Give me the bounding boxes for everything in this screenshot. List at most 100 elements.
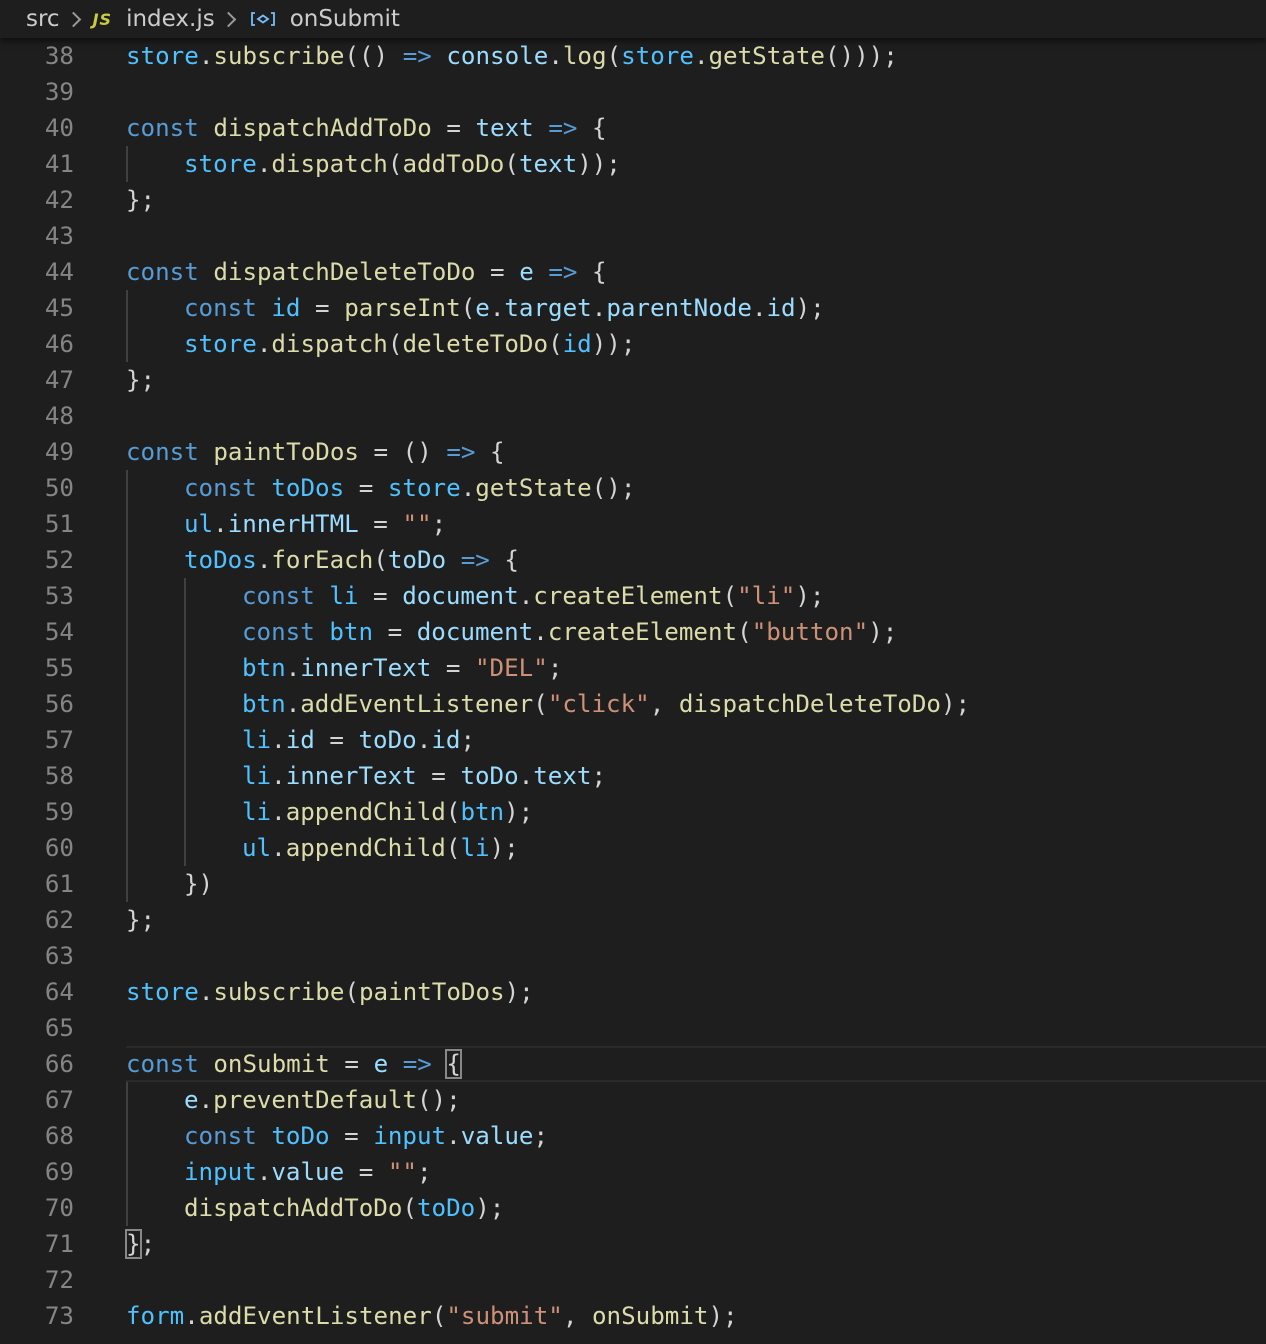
line-number[interactable]: 40 (0, 110, 74, 146)
code-line[interactable]: 49 const paintToDos = () => { (0, 434, 1266, 470)
code-text[interactable]: form.addEventListener("submit", onSubmit… (126, 1298, 738, 1334)
code-text[interactable]: }; (126, 182, 155, 218)
line-number[interactable]: 67 (0, 1082, 74, 1118)
code-text[interactable]: }; (126, 362, 155, 398)
line-number[interactable]: 47 (0, 362, 74, 398)
breadcrumb-symbol[interactable]: onSubmit (290, 6, 400, 32)
line-number[interactable]: 70 (0, 1190, 74, 1226)
line-number[interactable]: 42 (0, 182, 74, 218)
code-text[interactable]: ul.innerHTML = ""; (184, 506, 446, 542)
line-number[interactable]: 61 (0, 866, 74, 902)
line-number[interactable]: 60 (0, 830, 74, 866)
line-number[interactable]: 53 (0, 578, 74, 614)
code-text[interactable]: const dispatchAddToDo = text => { (126, 110, 607, 146)
code-line[interactable]: 38 store.subscribe(() => console.log(stor… (0, 38, 1266, 74)
code-text[interactable]: btn.innerText = "DEL"; (242, 650, 562, 686)
line-number[interactable]: 57 (0, 722, 74, 758)
breadcrumb-folder[interactable]: src (26, 6, 60, 32)
code-line[interactable]: 73 form.addEventListener("submit", onSubm… (0, 1298, 1266, 1334)
code-line[interactable]: 71}; (0, 1226, 1266, 1262)
line-number[interactable]: 58 (0, 758, 74, 794)
code-text[interactable]: const li = document.createElement("li"); (242, 578, 825, 614)
code-line[interactable]: 66 const onSubmit = e => { (0, 1046, 1266, 1082)
code-text[interactable]: toDos.forEach(toDo => { (184, 542, 519, 578)
line-number[interactable]: 54 (0, 614, 74, 650)
code-text[interactable]: li.appendChild(btn); (242, 794, 533, 830)
code-line[interactable]: 54 const btn = document.createElement("bu… (0, 614, 1266, 650)
line-number[interactable]: 43 (0, 218, 74, 254)
code-text[interactable]: const id = parseInt(e.target.parentNode.… (184, 290, 825, 326)
code-text[interactable]: li.innerText = toDo.text; (242, 758, 606, 794)
line-number[interactable]: 59 (0, 794, 74, 830)
line-number[interactable]: 38 (0, 38, 74, 74)
code-editor[interactable]: src JS index.js onSubmit 38 store.subscri… (0, 0, 1266, 1344)
code-line[interactable]: 52 toDos.forEach(toDo => { (0, 542, 1266, 578)
code-text[interactable]: store.subscribe(paintToDos); (126, 974, 534, 1010)
line-number[interactable]: 68 (0, 1118, 74, 1154)
code-text[interactable]: store.dispatch(addToDo(text)); (184, 146, 621, 182)
code-line[interactable]: 51 ul.innerHTML = ""; (0, 506, 1266, 542)
code-text[interactable]: const paintToDos = () => { (126, 434, 505, 470)
code-text[interactable]: const onSubmit = e => { (126, 1046, 462, 1082)
line-number[interactable]: 62 (0, 902, 74, 938)
code-line[interactable]: 56 btn.addEventListener("click", dispatch… (0, 686, 1266, 722)
code-text[interactable]: store.dispatch(deleteToDo(id)); (184, 326, 635, 362)
line-number[interactable]: 65 (0, 1010, 74, 1046)
code-line[interactable]: 68 const toDo = input.value; (0, 1118, 1266, 1154)
code-text[interactable]: }) (184, 866, 213, 902)
code-text[interactable]: const toDo = input.value; (184, 1118, 548, 1154)
line-number[interactable]: 55 (0, 650, 74, 686)
code-line[interactable]: 63 (0, 938, 1266, 974)
line-number[interactable]: 71 (0, 1226, 74, 1262)
code-line[interactable]: 70 dispatchAddToDo(toDo); (0, 1190, 1266, 1226)
code-text[interactable]: ul.appendChild(li); (242, 830, 519, 866)
line-number[interactable]: 39 (0, 74, 74, 110)
line-number[interactable]: 46 (0, 326, 74, 362)
line-number[interactable]: 44 (0, 254, 74, 290)
code-text[interactable]: li.id = toDo.id; (242, 722, 475, 758)
code-line[interactable]: 42}; (0, 182, 1266, 218)
line-number[interactable]: 64 (0, 974, 74, 1010)
code-line[interactable]: 47}; (0, 362, 1266, 398)
breadcrumb-file[interactable]: index.js (126, 6, 215, 32)
code-line[interactable]: 50 const toDos = store.getState(); (0, 470, 1266, 506)
code-text[interactable]: const toDos = store.getState(); (184, 470, 635, 506)
line-number[interactable]: 41 (0, 146, 74, 182)
line-number[interactable]: 52 (0, 542, 74, 578)
line-number[interactable]: 48 (0, 398, 74, 434)
code-line[interactable]: 61}) (0, 866, 1266, 902)
code-line[interactable]: 41 store.dispatch(addToDo(text)); (0, 146, 1266, 182)
code-line[interactable]: 67 e.preventDefault(); (0, 1082, 1266, 1118)
code-line[interactable]: 45 const id = parseInt(e.target.parentNod… (0, 290, 1266, 326)
code-line[interactable]: 40 const dispatchAddToDo = text => { (0, 110, 1266, 146)
line-number[interactable]: 51 (0, 506, 74, 542)
code-line[interactable]: 58 li.innerText = toDo.text; (0, 758, 1266, 794)
code-line[interactable]: 53 const li = document.createElement("li"… (0, 578, 1266, 614)
code-line[interactable]: 69 input.value = ""; (0, 1154, 1266, 1190)
code-text[interactable]: }; (126, 902, 155, 938)
code-line[interactable]: 39 (0, 74, 1266, 110)
code-line[interactable]: 57 li.id = toDo.id; (0, 722, 1266, 758)
line-number[interactable]: 63 (0, 938, 74, 974)
code-text[interactable]: e.preventDefault(); (184, 1082, 461, 1118)
code-line[interactable]: 64 store.subscribe(paintToDos); (0, 974, 1266, 1010)
code-text[interactable]: dispatchAddToDo(toDo); (184, 1190, 504, 1226)
code-line[interactable]: 65 (0, 1010, 1266, 1046)
code-line[interactable]: 43 (0, 218, 1266, 254)
line-number[interactable]: 45 (0, 290, 74, 326)
line-number[interactable]: 69 (0, 1154, 74, 1190)
code-text[interactable]: }; (125, 1226, 155, 1262)
code-line[interactable]: 48 (0, 398, 1266, 434)
code-text[interactable]: btn.addEventListener("click", dispatchDe… (242, 686, 970, 722)
code-line[interactable]: 72 (0, 1262, 1266, 1298)
code-text[interactable]: store.subscribe(() => console.log(store.… (126, 38, 898, 74)
code-line[interactable]: 60 ul.appendChild(li); (0, 830, 1266, 866)
code-text[interactable]: const dispatchDeleteToDo = e => { (126, 254, 607, 290)
code-line[interactable]: 59 li.appendChild(btn); (0, 794, 1266, 830)
line-number[interactable]: 73 (0, 1298, 74, 1334)
line-number[interactable]: 66 (0, 1046, 74, 1082)
line-number[interactable]: 56 (0, 686, 74, 722)
code-text[interactable]: input.value = ""; (184, 1154, 432, 1190)
code-line[interactable]: 55 btn.innerText = "DEL"; (0, 650, 1266, 686)
code-line[interactable]: 62}; (0, 902, 1266, 938)
